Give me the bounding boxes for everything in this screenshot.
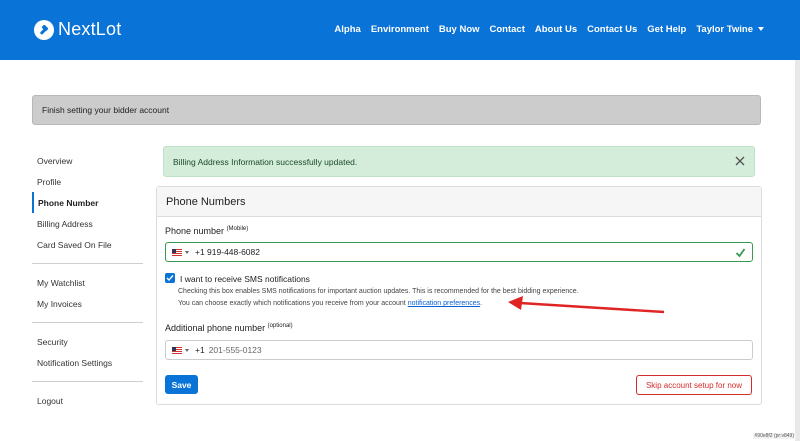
red-arrow-annotation [508, 296, 665, 314]
watermark: #90e8f2 (pr:v849) [752, 433, 796, 439]
page: NextLot Alpha Environment Buy Now Contac… [0, 0, 800, 441]
page-gutter [795, 60, 800, 441]
